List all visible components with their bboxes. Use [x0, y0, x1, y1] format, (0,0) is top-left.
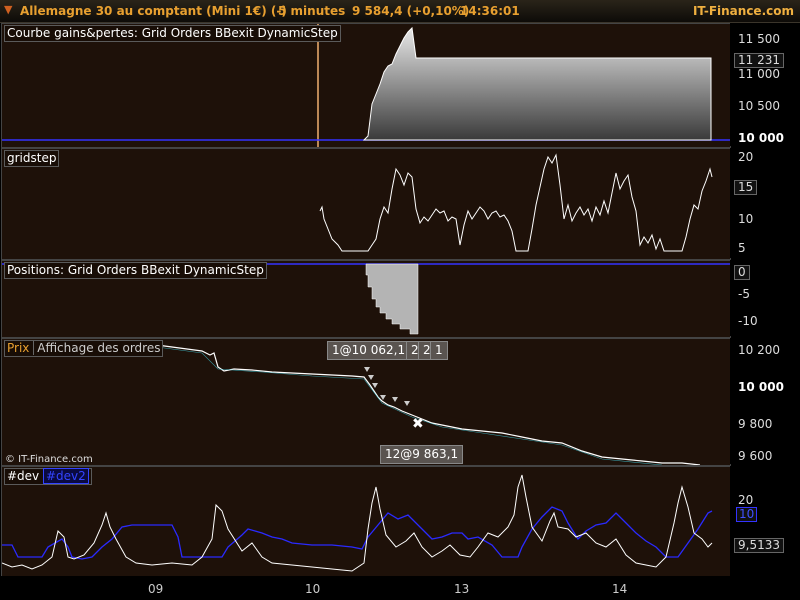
current-value-label: 9,5133 [734, 538, 784, 553]
positions-axis: 0 -5 -10 [730, 260, 800, 336]
price-panel-label: Prix Affichage des ordres [4, 340, 164, 357]
dev2-current-value: 10 [736, 507, 758, 522]
order-tooltip: 12@9 863,1 [380, 445, 464, 464]
gridstep-panel[interactable]: gridstep [1, 148, 731, 260]
positions-panel[interactable]: Positions: Grid Orders BBexit DynamicSte… [1, 260, 731, 338]
tick-label: 20 [738, 150, 754, 164]
tick-label: 10 000 [738, 380, 784, 394]
gridstep-panel-label: gridstep [4, 150, 60, 167]
tick-label: 20 [738, 493, 754, 507]
gridstep-axis: 20 15 10 5 [730, 148, 800, 258]
gridstep-line [319, 153, 713, 252]
tick-label: 9 800 [738, 417, 773, 431]
current-value-label: 0 [734, 265, 750, 280]
last-price: 9 584,4 (+0,10%) [352, 4, 470, 18]
title-bar: ▼ Allemagne 30 au comptant (Mini 1€) (-)… [0, 0, 800, 23]
x-tick-label: 09 [148, 582, 164, 596]
dev-panel-label: #dev #dev2 [4, 468, 92, 485]
orders-display-toggle[interactable]: Affichage des ordres [33, 341, 161, 355]
x-tick-label: 13 [454, 582, 470, 596]
gridstep-chart [319, 153, 713, 252]
time-axis: 09 10 13 14 [0, 576, 800, 600]
timeframe[interactable]: 5 minutes [278, 4, 345, 18]
dev-axis: 20 10 9,5133 [730, 466, 800, 576]
equity-area [362, 26, 712, 141]
order-tooltip: 1 [430, 341, 448, 360]
x-tick-label: 14 [612, 582, 628, 596]
current-value-label: 11 231 [734, 53, 784, 68]
position-bars [365, 263, 419, 335]
copyright-text: © IT-Finance.com [5, 454, 93, 465]
dev-label-text: #dev [7, 469, 40, 483]
equity-axis: 11 500 11 231 11 000 10 500 10 000 [730, 23, 800, 146]
dev2-line [2, 506, 713, 560]
tick-label: -10 [738, 314, 758, 328]
tick-label: 9 600 [738, 449, 773, 463]
equity-panel[interactable]: Courbe gains&pertes: Grid Orders BBexit … [1, 23, 731, 148]
tick-label: 10 200 [738, 343, 780, 357]
tick-label: 10 500 [738, 99, 780, 113]
equity-panel-label: Courbe gains&pertes: Grid Orders BBexit … [4, 25, 341, 42]
dev-panel[interactable]: #dev #dev2 [1, 466, 731, 578]
equity-chart [2, 24, 730, 147]
tick-label: 10 000 [738, 131, 784, 145]
tick-label: 10 [738, 212, 754, 226]
order-tooltip: 1@10 062,1 [327, 341, 411, 360]
current-value-label: 15 [734, 180, 758, 195]
tick-label: -5 [738, 287, 750, 301]
x-tick-label: 10 [305, 582, 321, 596]
tick-label: 11 500 [738, 32, 780, 46]
brand-logo[interactable]: IT-Finance.com [693, 4, 794, 18]
dev-chart [2, 474, 713, 572]
instrument-name: Allemagne 30 au comptant (Mini 1€) (-) [20, 4, 287, 18]
price-label-text: Prix [7, 341, 30, 355]
tick-label: 11 000 [738, 67, 780, 81]
dev2-label-text: #dev2 [42, 468, 89, 484]
positions-panel-label: Positions: Grid Orders BBexit DynamicSte… [4, 262, 267, 279]
clock-time: 14:36:01 [460, 4, 520, 18]
collapse-arrow-icon[interactable]: ▼ [4, 3, 12, 16]
tick-label: 5 [738, 241, 746, 255]
price-axis: 10 200 10 000 9 800 9 600 [730, 338, 800, 464]
exit-marker: ✖ [412, 416, 424, 432]
